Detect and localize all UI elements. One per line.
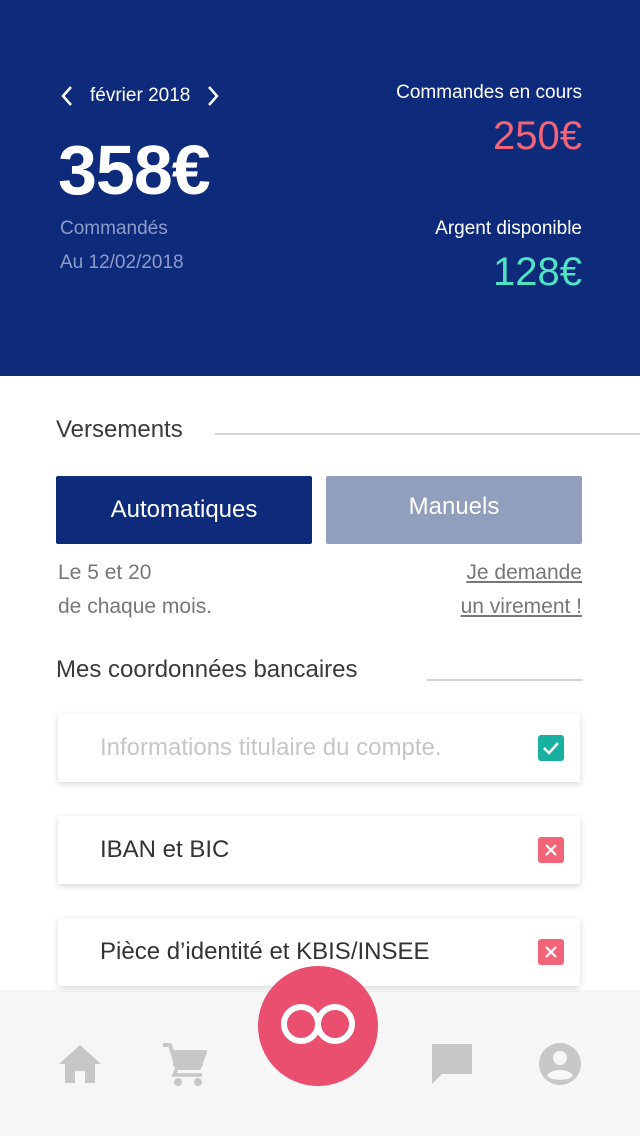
section-divider	[427, 679, 583, 681]
pending-orders-label: Commandes en cours	[396, 82, 582, 103]
bank-section-title: Mes coordonnées bancaires	[56, 656, 358, 683]
section-divider	[215, 433, 640, 435]
available-money-value: 128€	[493, 250, 582, 294]
cross-icon	[538, 939, 564, 965]
cross-icon	[538, 837, 564, 863]
check-icon	[538, 735, 564, 761]
payment-schedule: Le 5 et 20 de chaque mois.	[58, 556, 212, 624]
bank-item-label: IBAN et BIC	[100, 836, 230, 863]
month-navigator: février 2018	[56, 80, 224, 112]
ordered-total: 358€	[58, 131, 211, 209]
center-logo-icon	[275, 1002, 361, 1051]
bank-item-label: Informations titulaire du compte.	[100, 734, 442, 761]
schedule-line: Le 5 et 20	[58, 561, 152, 584]
as-of-date: Au 12/02/2018	[60, 252, 184, 273]
account-icon[interactable]	[536, 1040, 584, 1088]
home-icon[interactable]	[56, 1040, 104, 1088]
request-line: un virement !	[460, 595, 582, 618]
center-logo-button[interactable]	[258, 966, 378, 1086]
tab-manual[interactable]: Manuels	[326, 476, 582, 544]
tab-automatic[interactable]: Automatiques	[56, 476, 312, 544]
pending-orders-value: 250€	[493, 114, 582, 158]
available-money-label: Argent disponible	[435, 218, 582, 239]
bank-item-account-holder[interactable]: Informations titulaire du compte.	[58, 714, 580, 782]
request-line: Je demande	[466, 561, 582, 584]
bank-item-iban-bic[interactable]: IBAN et BIC	[58, 816, 580, 884]
chevron-right-icon[interactable]	[202, 80, 224, 112]
schedule-line: de chaque mois.	[58, 595, 213, 618]
ordered-label: Commandés	[60, 218, 168, 239]
bank-item-label: Pièce d’identité et KBIS/INSEE	[100, 938, 430, 965]
cart-icon[interactable]	[161, 1040, 209, 1088]
chat-icon[interactable]	[428, 1040, 476, 1088]
payments-section-title: Versements	[56, 416, 183, 443]
request-transfer-link[interactable]: Je demande un virement !	[461, 556, 582, 624]
month-label: février 2018	[90, 85, 191, 106]
chevron-left-icon[interactable]	[56, 80, 78, 112]
summary-header: février 2018 358€ Commandés Au 12/02/201…	[0, 0, 640, 376]
